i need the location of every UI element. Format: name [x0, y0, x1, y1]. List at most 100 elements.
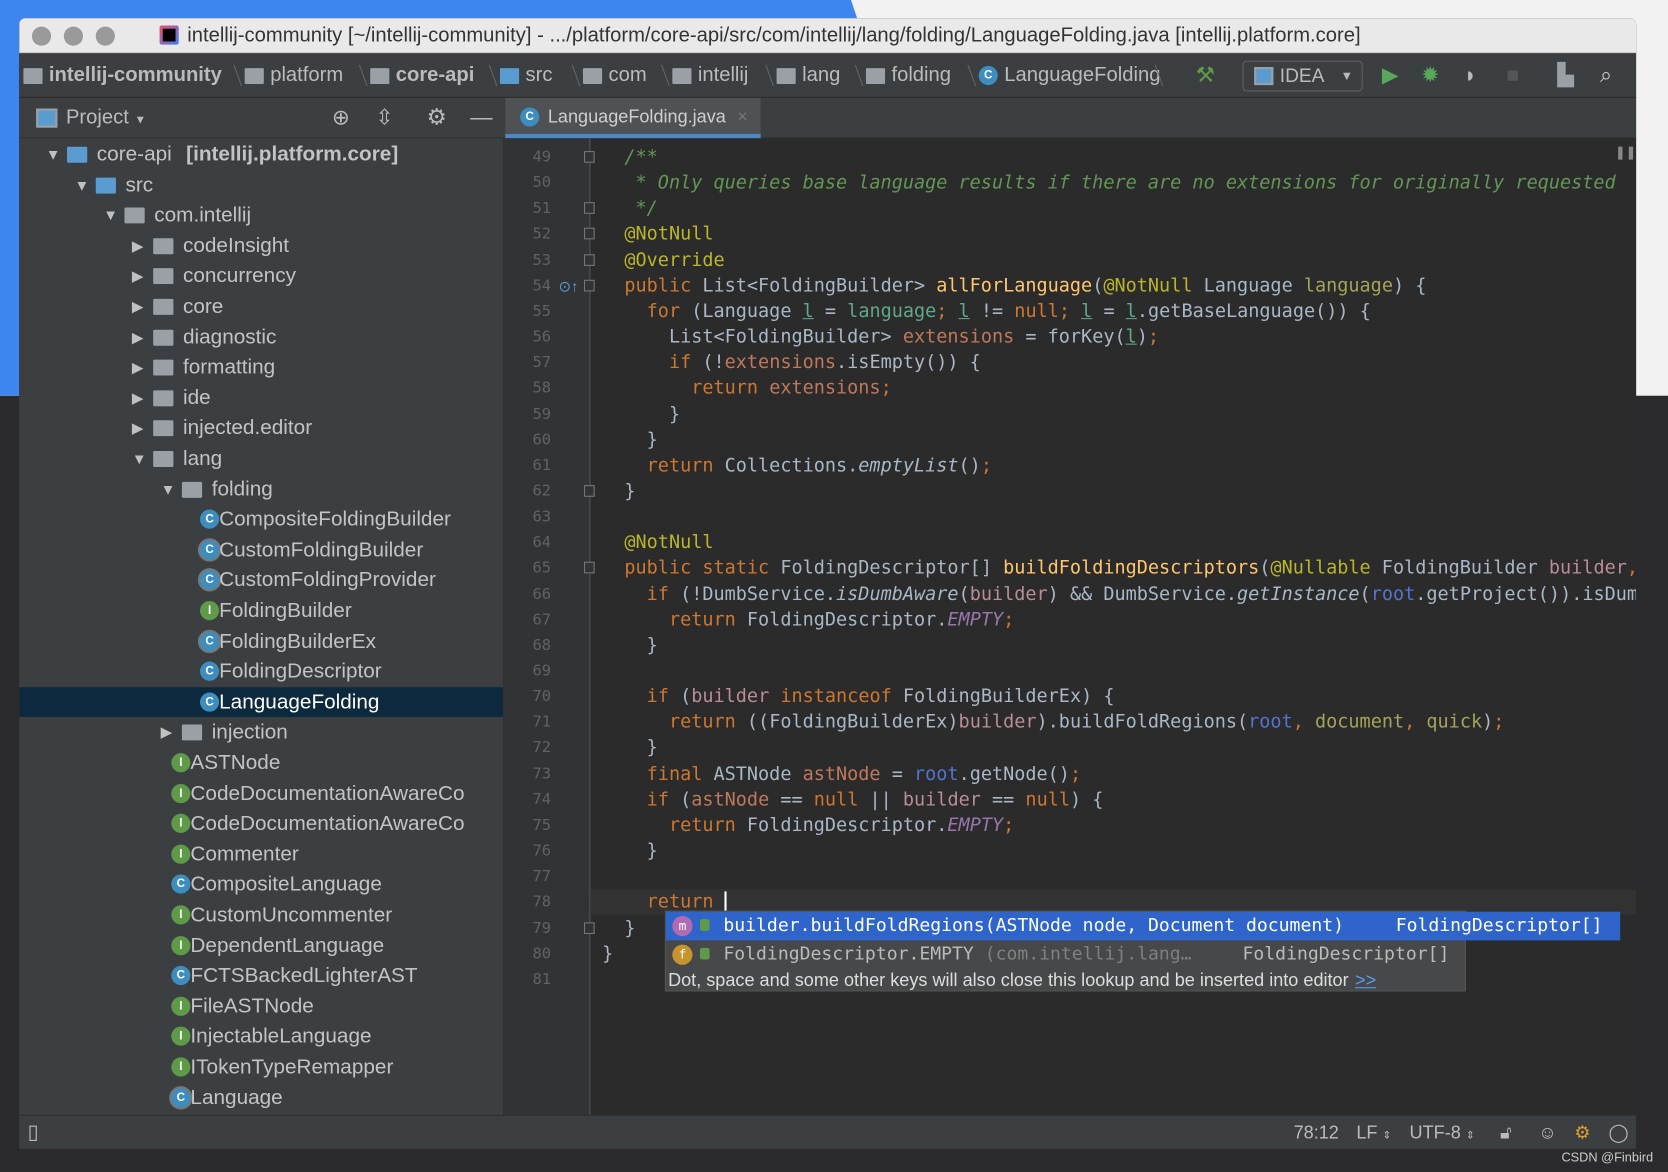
breadcrumb-intellij-community[interactable]: intellij-community [23, 53, 222, 98]
tree-item[interactable]: ▼ src [19, 170, 503, 200]
completion-item[interactable]: m builder.buildFoldRegions(ASTNode node, … [665, 911, 1621, 941]
code-line[interactable]: return ((FoldingBuilderEx)builder).build… [602, 710, 1504, 736]
tree-item[interactable]: ▶ formatting [19, 352, 503, 382]
expanded-arrow-icon[interactable]: ▼ [161, 474, 176, 504]
collapsed-arrow-icon[interactable]: ▶ [132, 291, 143, 321]
inspector-icon[interactable]: ☺ [1538, 1116, 1556, 1149]
tree-item[interactable]: C Language [19, 1083, 503, 1113]
breadcrumb-lang[interactable]: lang [776, 53, 840, 98]
line-separator-selector[interactable]: LF ⇕ [1356, 1116, 1391, 1149]
fold-marker-icon[interactable] [584, 921, 595, 934]
code-line[interactable]: if (astNode == null || builder == null) … [602, 787, 1104, 813]
code-line[interactable]: } [602, 633, 658, 659]
collapsed-arrow-icon[interactable]: ▶ [132, 261, 143, 291]
completion-item[interactable]: f FoldingDescriptor.EMPTY (com.intellij.l… [666, 940, 1449, 969]
tree-item[interactable]: I DependentLanguage [19, 930, 503, 960]
expanded-arrow-icon[interactable]: ▼ [74, 170, 89, 200]
code-line[interactable]: /** [602, 145, 657, 171]
tree-item[interactable]: C CompositeLanguage [19, 870, 503, 900]
close-tab-icon[interactable]: × [737, 98, 748, 136]
breadcrumb-core-api[interactable]: core-api [370, 53, 474, 98]
code-line[interactable]: } [602, 941, 613, 967]
toggle-tool-windows-icon[interactable]: ▯ [28, 1116, 39, 1149]
hint-more-link[interactable]: >> [1355, 970, 1376, 990]
project-view-selector[interactable]: Project ▼ [66, 98, 146, 141]
collapsed-arrow-icon[interactable]: ▶ [161, 717, 172, 747]
lock-icon[interactable]: 🔓︎ [1500, 1116, 1512, 1149]
code-line[interactable]: if (builder instanceof FoldingBuilderEx)… [602, 684, 1115, 710]
tree-item[interactable]: ▼ lang [19, 444, 503, 474]
expanded-arrow-icon[interactable]: ▼ [103, 200, 118, 230]
caret-position[interactable]: 78:12 [1294, 1116, 1339, 1149]
minimize-window-button[interactable] [63, 26, 83, 46]
code-line[interactable]: * Only queries base language results if … [602, 170, 1616, 196]
tree-item[interactable]: C FoldingDescriptor [19, 657, 503, 687]
fold-marker-icon[interactable] [584, 279, 595, 292]
breadcrumb-intellij[interactable]: intellij [672, 53, 748, 98]
fold-marker-icon[interactable] [584, 202, 595, 215]
hide-icon[interactable]: — [470, 98, 492, 138]
debug-icon[interactable]: ✹ [1421, 53, 1439, 98]
code-line[interactable]: public static FoldingDescriptor[] buildF… [602, 556, 1636, 582]
tree-item[interactable]: ▶ ide [19, 383, 503, 413]
tree-item[interactable]: I ASTNode [19, 748, 503, 778]
gear-icon[interactable]: ⚙ [427, 98, 447, 138]
tree-item[interactable]: C CustomFoldingBuilder [19, 535, 503, 565]
tree-item[interactable]: I FileASTNode [19, 991, 503, 1021]
tree-item[interactable]: C FCTSBackedLighterAST [19, 961, 503, 991]
run-config-selector[interactable]: IDEA ▼ [1242, 60, 1363, 92]
breadcrumb-platform[interactable]: platform [244, 53, 343, 98]
tree-item[interactable]: I CustomUncommenter [19, 900, 503, 930]
collapsed-arrow-icon[interactable]: ▶ [132, 231, 143, 261]
tree-item[interactable]: ▼ core-api [intellij.platform.core] [19, 139, 503, 169]
code-line[interactable]: @NotNull [602, 530, 713, 556]
code-line[interactable]: @NotNull [602, 222, 713, 248]
breadcrumb-languagefolding[interactable]: C LanguageFolding [978, 53, 1160, 98]
fold-marker-icon[interactable] [584, 253, 595, 266]
code-line[interactable]: final ASTNode astNode = root.getNode(); [602, 761, 1081, 787]
code-line[interactable]: public List<FoldingBuilder> allForLangua… [602, 273, 1426, 299]
tree-item[interactable]: C FoldingBuilderEx [19, 626, 503, 656]
tree-item[interactable]: I CodeDocumentationAwareCo [19, 809, 503, 839]
zoom-window-button[interactable] [95, 26, 115, 46]
tree-item[interactable]: ▶ core [19, 291, 503, 321]
tree-item[interactable]: C CustomFoldingProvider [19, 565, 503, 595]
code-line[interactable]: return extensions; [602, 376, 892, 402]
fold-marker-icon[interactable] [584, 228, 595, 240]
code-line[interactable]: */ [602, 196, 658, 222]
expanded-arrow-icon[interactable]: ▼ [132, 444, 147, 474]
breadcrumb-com[interactable]: com [582, 53, 647, 98]
expanded-arrow-icon[interactable]: ▼ [46, 139, 61, 169]
encoding-selector[interactable]: UTF-8 ⇕ [1410, 1116, 1475, 1149]
build-hammer-icon[interactable]: ⚒ [1196, 53, 1215, 98]
fold-marker-icon[interactable] [584, 151, 595, 163]
collapsed-arrow-icon[interactable]: ▶ [132, 352, 143, 382]
project-structure-icon[interactable]: ▙ [1557, 53, 1573, 98]
code-line[interactable]: return FoldingDescriptor.EMPTY; [602, 813, 1014, 839]
tree-item[interactable]: I Commenter [19, 839, 503, 869]
close-window-button[interactable] [31, 26, 52, 46]
fold-marker-icon[interactable] [584, 562, 595, 574]
code-line[interactable]: return Collections.emptyList(); [602, 453, 992, 479]
code-line[interactable]: } [602, 838, 658, 864]
notifications-icon[interactable]: ◯ [1608, 1116, 1628, 1149]
run-icon[interactable]: ▶ [1382, 53, 1398, 98]
stop-icon[interactable]: ■ [1506, 53, 1519, 98]
tree-item[interactable]: I InjectableLanguage [19, 1022, 503, 1052]
tree-item[interactable]: I CodeDocumentationAwareCo [19, 778, 503, 808]
tree-item[interactable]: ▶ injection [19, 717, 503, 747]
tree-item[interactable]: ▼ com.intellij [19, 200, 503, 230]
locate-icon[interactable]: ⊕ [332, 98, 350, 138]
tree-item[interactable]: C CompositeFoldingBuilder [19, 504, 503, 534]
code-line[interactable]: return FoldingDescriptor.EMPTY; [602, 607, 1014, 633]
code-line[interactable]: for (Language l = language; l != null; l… [602, 299, 1371, 325]
code-line[interactable]: if (!DumbService.isDumbAware(builder) &&… [602, 581, 1636, 607]
search-icon[interactable]: ⌕ [1600, 53, 1612, 98]
code-line[interactable]: } [602, 736, 658, 762]
collapsed-arrow-icon[interactable]: ▶ [132, 413, 143, 443]
fold-marker-icon[interactable] [584, 485, 595, 497]
tree-item[interactable]: ▼ folding [19, 474, 503, 504]
collapsed-arrow-icon[interactable]: ▶ [132, 322, 143, 352]
code-line[interactable]: } [602, 915, 635, 941]
tree-item[interactable]: C LanguageFolding [19, 686, 504, 718]
